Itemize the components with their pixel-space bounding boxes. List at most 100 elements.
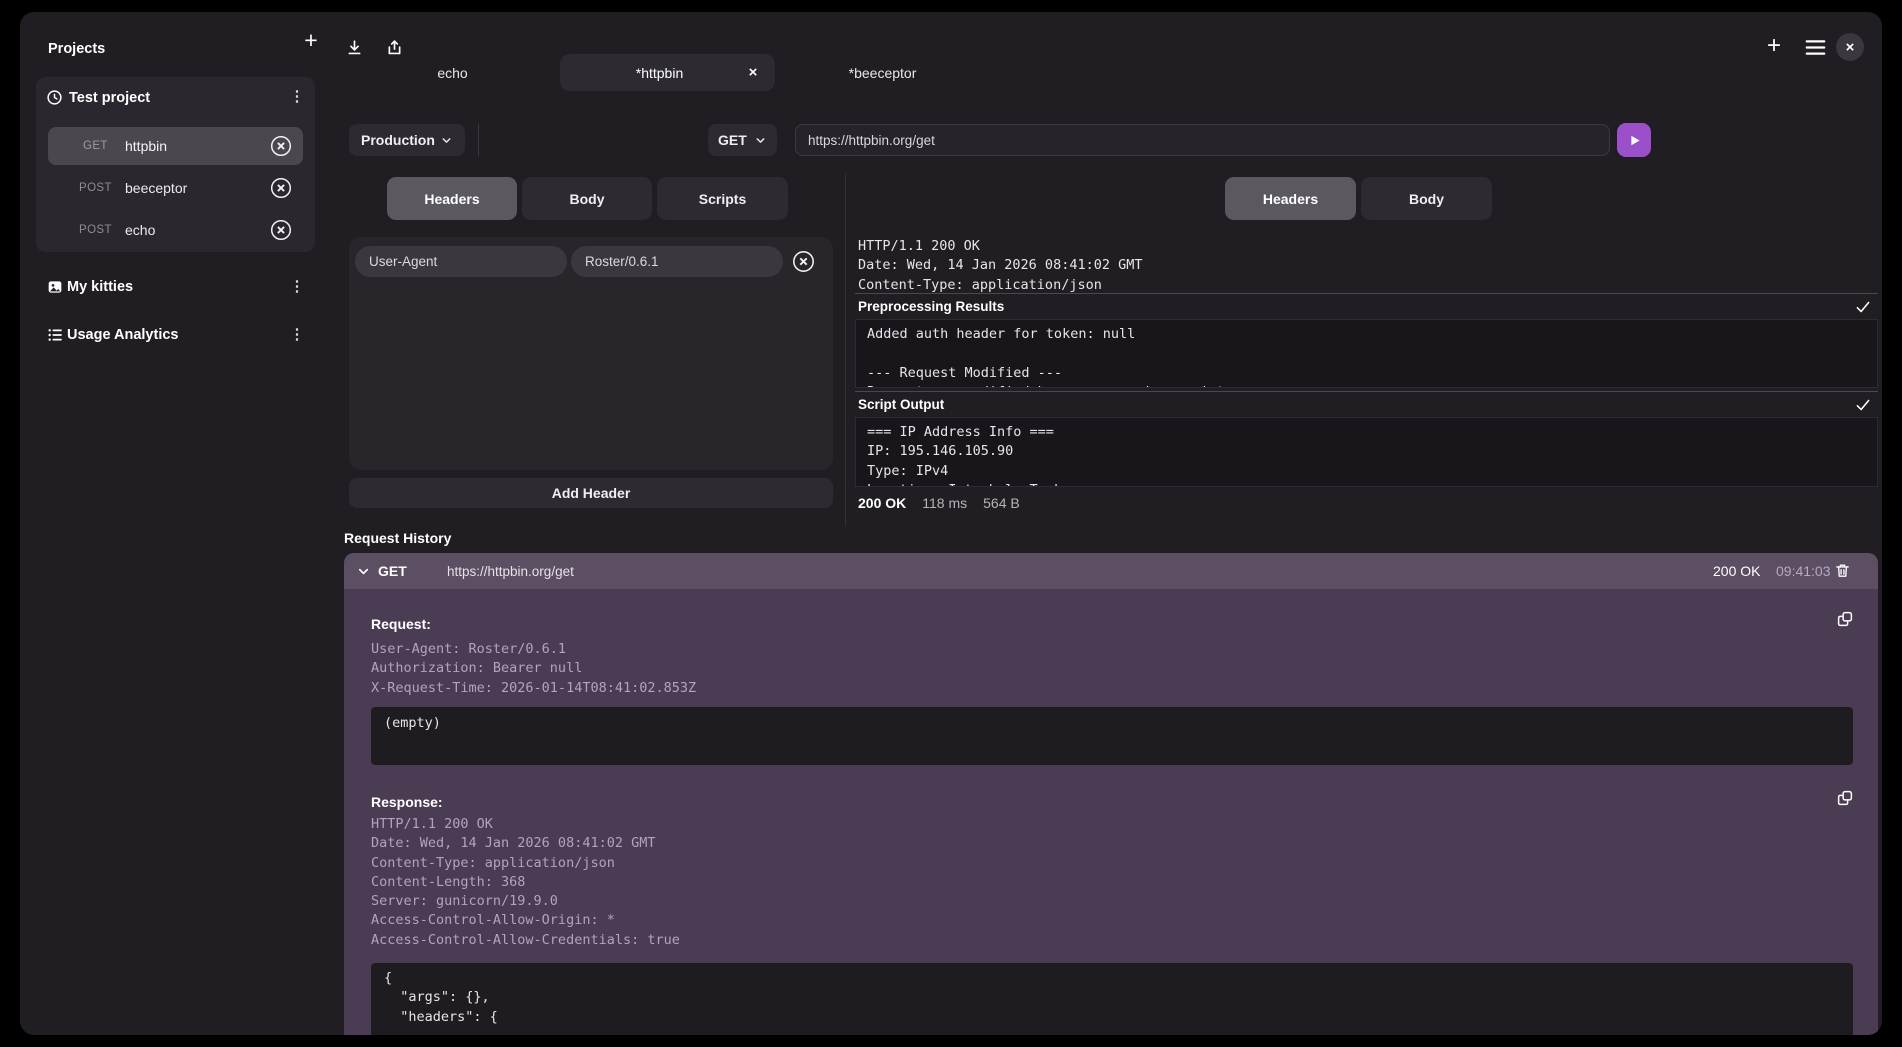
script-output-text: === IP Address Info === IP: 195.146.105.… — [855, 417, 1878, 487]
add-header-label: Add Header — [552, 485, 631, 501]
response-tab-headers[interactable]: Headers — [1225, 177, 1356, 220]
app-window: Projects + Test project ⋮ GET httpbin — [20, 12, 1882, 1035]
list-icon — [47, 327, 63, 343]
header-value-input[interactable]: Roster/0.6.1 — [571, 246, 783, 277]
header-key-value: User-Agent — [369, 254, 437, 269]
request-section-label: Request: — [371, 616, 431, 632]
tab-label: Body — [570, 191, 605, 207]
history-request-body: (empty) — [371, 707, 1853, 765]
history-status: 200 OK — [1713, 563, 1760, 579]
environment-label: Production — [361, 132, 435, 148]
new-project-button[interactable]: + — [299, 28, 323, 52]
header-key-input[interactable]: User-Agent — [355, 246, 567, 277]
request-panel: Headers Body Scripts User-Agent Roster/0… — [349, 177, 833, 527]
project-group-test-project: Test project ⋮ GET httpbin POST beecepto… — [36, 77, 315, 252]
clock-icon — [46, 89, 63, 106]
response-headers-text: HTTP/1.1 200 OK Date: Wed, 14 Jan 2026 0… — [858, 237, 1875, 293]
sidebar: Projects + Test project ⋮ GET httpbin — [20, 12, 340, 1035]
request-method-label: POST — [79, 224, 112, 236]
sidebar-item-my-kitties[interactable]: My kitties ⋮ — [20, 273, 340, 303]
tab-label: Body — [1409, 191, 1444, 207]
project-group-title: Test project — [69, 90, 150, 106]
window-close-button[interactable]: × — [1836, 33, 1864, 61]
response-status-bar: 200 OK 118 ms 564 B — [858, 494, 1020, 512]
sidebar-item-echo[interactable]: POST echo — [48, 211, 303, 249]
check-icon — [1854, 396, 1872, 414]
remove-request-icon[interactable] — [269, 134, 293, 158]
status-size: 564 B — [983, 495, 1020, 511]
sidebar-item-label: Usage Analytics — [67, 327, 178, 343]
chevron-down-icon — [754, 134, 767, 147]
request-tab-scripts[interactable]: Scripts — [657, 177, 788, 220]
method-selector[interactable]: GET — [708, 124, 777, 156]
request-history-title: Request History — [344, 530, 451, 546]
send-button[interactable] — [1617, 123, 1651, 157]
history-time: 09:41:03 — [1776, 563, 1831, 579]
sidebar-title: Projects — [48, 41, 105, 57]
add-header-button[interactable]: Add Header — [349, 478, 833, 508]
play-icon — [1627, 133, 1642, 148]
request-method-label: GET — [83, 140, 108, 152]
history-url: https://httpbin.org/get — [447, 564, 574, 579]
tab-label: *httpbin — [574, 65, 745, 81]
analytics-menu-button[interactable]: ⋮ — [288, 325, 306, 345]
sidebar-item-beeceptor[interactable]: POST beeceptor — [48, 169, 303, 207]
tab-label: Headers — [424, 191, 479, 207]
menu-hamburger-icon[interactable] — [1805, 39, 1826, 56]
remove-header-button[interactable] — [791, 249, 816, 274]
request-tab-headers[interactable]: Headers — [387, 177, 517, 220]
chevron-down-icon — [440, 134, 453, 147]
method-label: GET — [718, 132, 747, 148]
response-panel: Headers Body HTTP/1.1 200 OK Date: Wed, … — [855, 177, 1878, 527]
history-method: GET — [378, 563, 407, 579]
tab-beeceptor[interactable]: *beeceptor — [775, 54, 990, 91]
remove-request-icon[interactable] — [269, 176, 293, 200]
headers-editor-panel: User-Agent Roster/0.6.1 — [349, 237, 833, 470]
remove-request-icon[interactable] — [269, 218, 293, 242]
divider — [478, 124, 479, 156]
url-input[interactable]: https://httpbin.org/get — [795, 124, 1610, 156]
copy-response-icon[interactable] — [1836, 789, 1854, 807]
tab-label: echo — [437, 65, 467, 81]
check-icon — [1854, 298, 1872, 316]
response-section-label: Response: — [371, 794, 443, 810]
delete-history-icon[interactable] — [1834, 562, 1851, 579]
sidebar-item-label: My kitties — [67, 279, 133, 295]
column-divider — [845, 174, 846, 526]
tab-httpbin[interactable]: *httpbin × — [560, 54, 775, 91]
tab-echo[interactable]: echo — [345, 54, 560, 91]
copy-request-icon[interactable] — [1836, 610, 1854, 628]
sidebar-item-httpbin[interactable]: GET httpbin — [48, 127, 303, 165]
status-code: 200 OK — [858, 495, 906, 511]
tab-close-icon[interactable]: × — [745, 65, 761, 81]
header-value-value: Roster/0.6.1 — [585, 254, 659, 269]
kitties-menu-button[interactable]: ⋮ — [288, 277, 306, 297]
new-tab-button[interactable]: + — [1762, 34, 1786, 58]
project-menu-button[interactable]: ⋮ — [288, 87, 306, 107]
environment-selector[interactable]: Production — [349, 124, 465, 156]
preprocessing-results-title: Preprocessing Results — [858, 299, 1004, 314]
history-response-body: { "args": {}, "headers": { — [371, 963, 1853, 1035]
tab-label: *beeceptor — [849, 65, 917, 81]
preprocessing-output: Added auth header for token: null --- Re… — [855, 319, 1878, 388]
history-entry-card: GET https://httpbin.org/get 200 OK 09:41… — [344, 553, 1878, 1035]
request-tab-body[interactable]: Body — [522, 177, 652, 220]
image-icon — [47, 279, 63, 295]
chevron-down-icon[interactable] — [356, 564, 371, 579]
sidebar-item-usage-analytics[interactable]: Usage Analytics ⋮ — [20, 321, 340, 351]
url-value: https://httpbin.org/get — [808, 133, 935, 148]
script-output-title: Script Output — [858, 397, 944, 412]
request-name: echo — [125, 222, 155, 238]
request-method-label: POST — [79, 182, 112, 194]
tab-label: Scripts — [699, 191, 746, 207]
response-tab-body[interactable]: Body — [1361, 177, 1492, 220]
history-request-headers: User-Agent: Roster/0.6.1 Authorization: … — [371, 640, 696, 698]
script-output-bar: Script Output — [855, 391, 1878, 416]
status-time: 118 ms — [922, 495, 967, 511]
preprocessing-results-bar: Preprocessing Results — [855, 293, 1878, 318]
history-response-headers: HTTP/1.1 200 OK Date: Wed, 14 Jan 2026 0… — [371, 815, 680, 950]
history-entry-header[interactable]: GET https://httpbin.org/get 200 OK 09:41… — [344, 553, 1878, 589]
request-name: beeceptor — [125, 180, 187, 196]
request-name: httpbin — [125, 138, 167, 154]
tab-label: Headers — [1263, 191, 1318, 207]
